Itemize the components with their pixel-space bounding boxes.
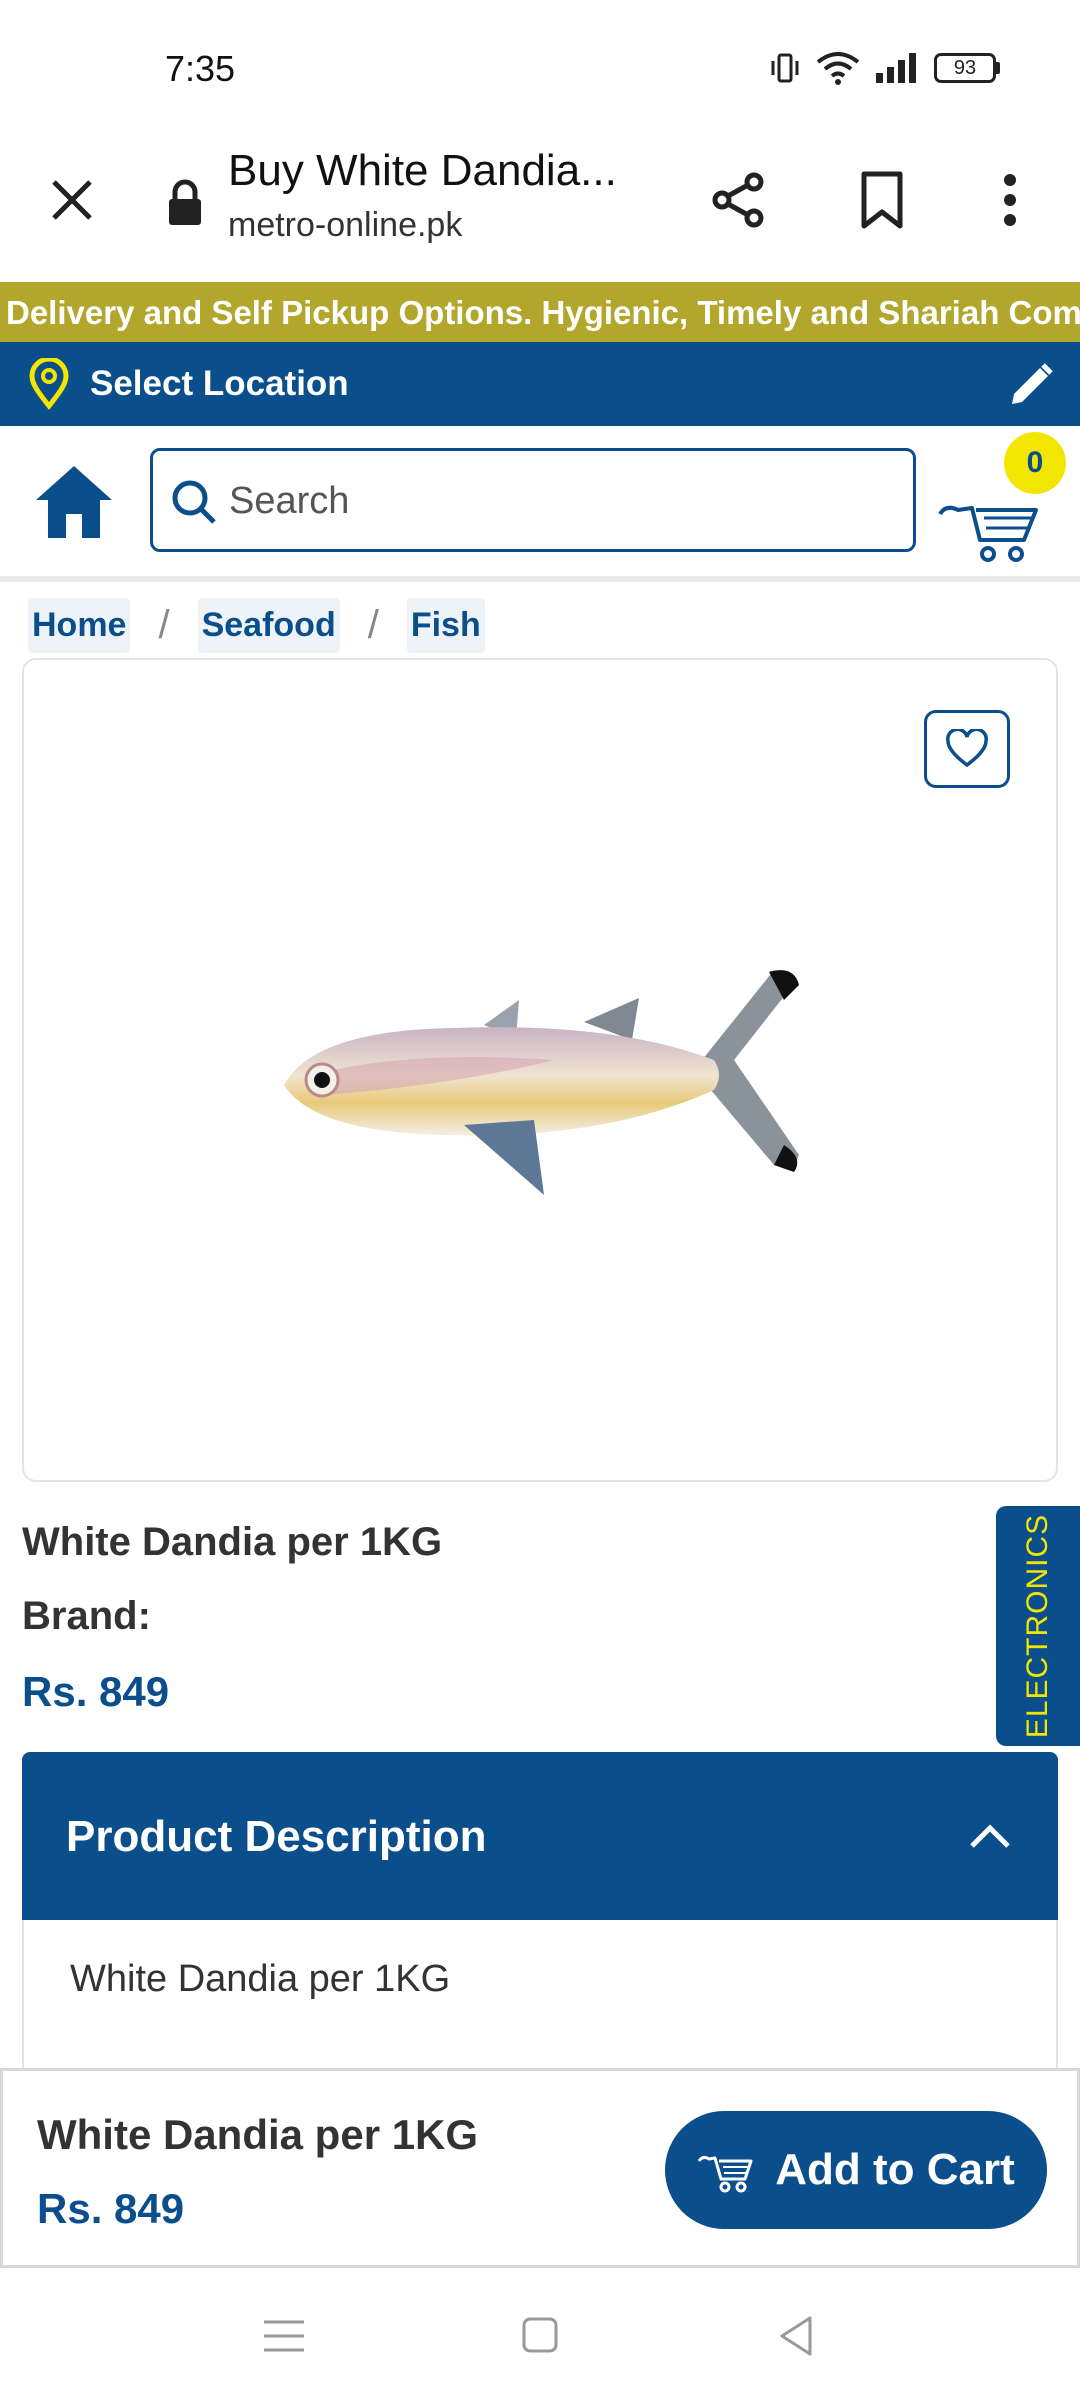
product-description-body: White Dandia per 1KG [22, 1920, 1058, 2070]
electronics-side-tab[interactable]: ELECTRONICS [996, 1506, 1080, 1746]
wifi-icon [816, 52, 860, 85]
bookmark-button[interactable] [842, 160, 922, 240]
search-input[interactable] [229, 473, 889, 529]
product-description-title: Product Description [66, 1812, 487, 1861]
home-icon[interactable] [32, 462, 116, 542]
location-pin-icon [29, 358, 69, 410]
breadcrumb: Home / Seafood / Fish [28, 598, 485, 653]
close-tab-button[interactable] [40, 168, 104, 232]
heart-icon [946, 729, 988, 768]
battery-level: 93 [934, 53, 996, 83]
divider [0, 576, 1080, 582]
location-bar[interactable]: Select Location [0, 342, 1080, 426]
sticky-footer: White Dandia per 1KG Rs. 849 Add to Cart [0, 2068, 1080, 2268]
electronics-side-tab-label: ELECTRONICS [1021, 1513, 1054, 1739]
signal-icon [876, 53, 916, 83]
product-description-text: White Dandia per 1KG [70, 1958, 451, 2000]
product-name: White Dandia per 1KG [22, 1520, 443, 1564]
breadcrumb-fish[interactable]: Fish [406, 598, 485, 653]
page-title[interactable]: Buy White Dandia... [228, 146, 617, 196]
product-brand-label: Brand: [22, 1594, 151, 1638]
status-icons: 93 [768, 50, 1000, 86]
product-image-fish [284, 970, 799, 1195]
breadcrumb-home[interactable]: Home [28, 598, 131, 653]
sticky-product-price: Rs. 849 [37, 2185, 185, 2232]
select-location-label[interactable]: Select Location [90, 364, 349, 404]
lock-icon [169, 179, 201, 225]
breadcrumb-separator: / [158, 603, 170, 647]
battery-icon: 93 [934, 53, 1000, 83]
status-time: 7:35 [165, 48, 236, 89]
search-icon [172, 480, 216, 524]
cart-count-badge[interactable]: 0 [1004, 432, 1066, 494]
product-description-header[interactable]: Product Description [22, 1752, 1058, 1920]
breadcrumb-separator: / [367, 603, 379, 647]
close-icon [52, 180, 92, 220]
cart-icon [697, 2155, 753, 2193]
add-to-cart-label: Add to Cart [775, 2145, 1015, 2194]
more-options-button[interactable] [970, 160, 1050, 240]
status-bar: 7:35 93 [0, 0, 1080, 140]
search-box[interactable] [150, 448, 916, 552]
promo-ticker: Delivery and Self Pickup Options. Hygien… [0, 282, 1080, 342]
breadcrumb-seafood[interactable]: Seafood [197, 598, 340, 653]
share-icon [712, 172, 764, 228]
sticky-product-name: White Dandia per 1KG [37, 2111, 479, 2158]
chevron-up-icon[interactable] [962, 1808, 1018, 1864]
back-triangle-icon[interactable] [768, 2308, 828, 2364]
product-price: Rs. 849 [22, 1668, 170, 1715]
system-nav-bar [0, 2272, 1080, 2400]
add-to-cart-button[interactable]: Add to Cart [665, 2111, 1047, 2229]
search-row [0, 426, 1080, 576]
page-url[interactable]: metro-online.pk [228, 206, 462, 245]
vibrate-icon [771, 53, 799, 83]
promo-ticker-text: Delivery and Self Pickup Options. Hygien… [6, 294, 1080, 331]
browser-toolbar: Buy White Dandia... metro-online.pk [0, 140, 1080, 280]
edit-pencil-icon[interactable] [1006, 360, 1056, 410]
more-vert-icon [1004, 174, 1016, 226]
share-button[interactable] [698, 160, 778, 240]
bookmark-icon [861, 171, 903, 229]
wishlist-button[interactable] [924, 710, 1010, 788]
square-icon[interactable] [510, 2308, 570, 2364]
menu-icon[interactable] [254, 2308, 314, 2364]
product-image-card [22, 658, 1058, 1482]
